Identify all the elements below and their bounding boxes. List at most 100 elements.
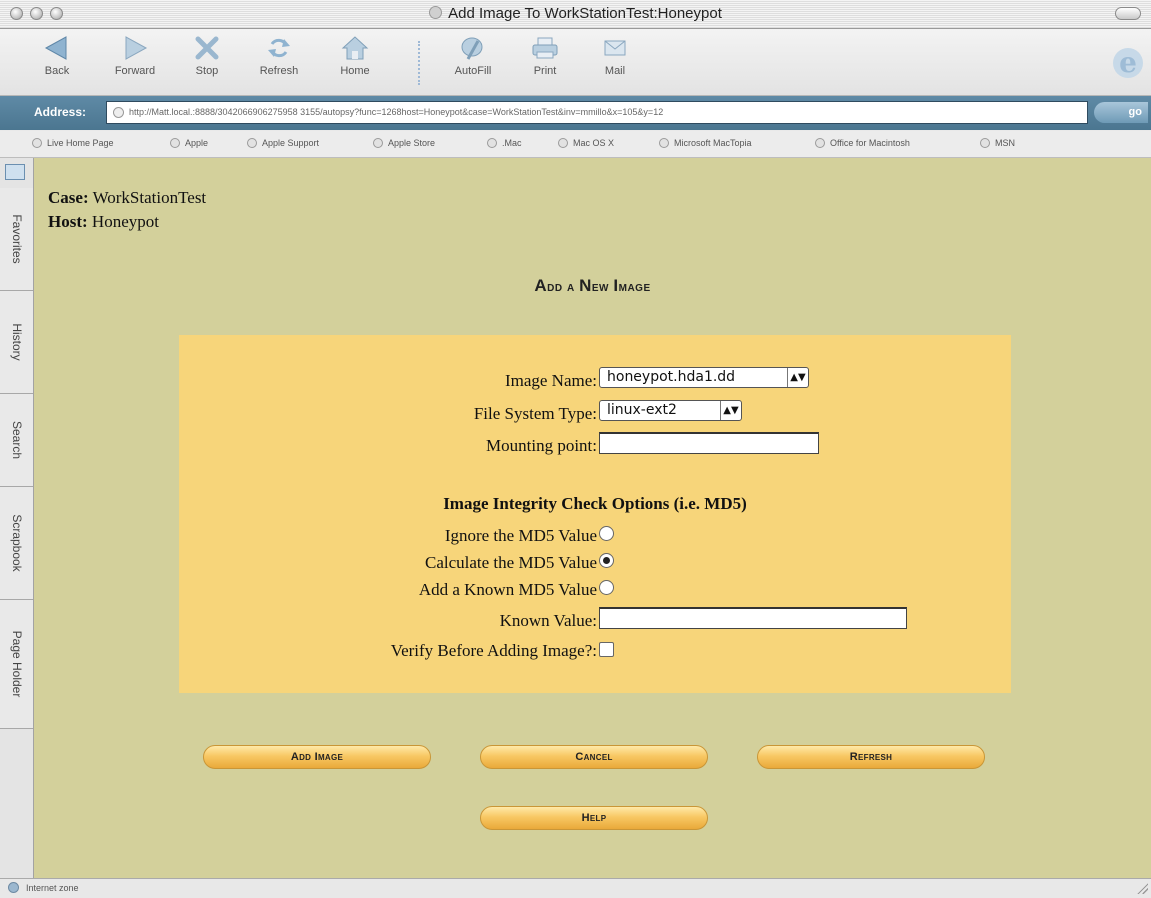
favorite-page-icon bbox=[980, 138, 990, 148]
tab-page-holder[interactable]: Page Holder bbox=[0, 600, 33, 729]
home-icon bbox=[341, 36, 369, 60]
forward-button[interactable]: Forward bbox=[100, 35, 170, 77]
help-button[interactable]: Help bbox=[480, 806, 708, 830]
favorite-mac-os-x[interactable]: Mac OS X bbox=[558, 138, 614, 148]
mount-point-input[interactable] bbox=[599, 432, 819, 454]
ignore-md5-label: Ignore the MD5 Value bbox=[444, 526, 597, 545]
select-arrows-icon: ▲▼ bbox=[787, 368, 808, 387]
print-button[interactable]: Print bbox=[510, 35, 580, 77]
favorite-apple-support[interactable]: Apple Support bbox=[247, 138, 319, 148]
fs-type-label: File System Type: bbox=[473, 404, 597, 423]
page-title: Add a New Image bbox=[534, 276, 651, 295]
favorite-page-icon bbox=[32, 138, 42, 148]
favorite-msn[interactable]: MSN bbox=[980, 138, 1015, 148]
back-label: Back bbox=[44, 65, 70, 77]
known-md5-radio[interactable] bbox=[599, 580, 614, 595]
favorite-page-icon bbox=[170, 138, 180, 148]
refresh-button[interactable]: Refresh bbox=[244, 35, 314, 77]
favorite-microsoft-mactopia[interactable]: Microsoft MacTopia bbox=[659, 138, 752, 148]
browser-window: Add Image To WorkStationTest:Honeypot Ba… bbox=[0, 0, 1151, 898]
favorite-live-home-page[interactable]: Live Home Page bbox=[32, 138, 114, 148]
refresh-page-button[interactable]: Refresh bbox=[757, 745, 985, 769]
ignore-md5-radio[interactable] bbox=[599, 526, 614, 541]
refresh-label: Refresh bbox=[259, 65, 299, 77]
known-value-label: Known Value: bbox=[499, 611, 597, 630]
home-button[interactable]: Home bbox=[320, 35, 390, 77]
favorite-apple[interactable]: Apple bbox=[170, 138, 208, 148]
back-button[interactable]: Back bbox=[22, 35, 92, 77]
stop-x-icon bbox=[195, 36, 219, 60]
resize-grip-icon[interactable] bbox=[1136, 882, 1148, 894]
calculate-md5-radio[interactable] bbox=[599, 553, 614, 568]
select-arrows-icon: ▲▼ bbox=[720, 401, 741, 420]
address-url-text: http://Matt.local.:8888/3042066906275958… bbox=[129, 107, 664, 117]
toolbar: Back Forward Stop Refresh Home AutoFill … bbox=[0, 29, 1151, 96]
back-arrow-icon bbox=[44, 36, 67, 60]
verify-label: Verify Before Adding Image?: bbox=[390, 641, 597, 660]
internet-explorer-logo-icon: e bbox=[1113, 46, 1143, 79]
tab-favorites[interactable]: Favorites bbox=[0, 188, 33, 291]
tab-scrapbook[interactable]: Scrapbook bbox=[0, 487, 33, 600]
address-input[interactable]: http://Matt.local.:8888/3042066906275958… bbox=[106, 101, 1088, 124]
favorite-page-icon bbox=[815, 138, 825, 148]
known-value-row: Known Value: bbox=[179, 607, 1011, 633]
cancel-button[interactable]: Cancel bbox=[480, 745, 708, 769]
address-label: Address: bbox=[34, 105, 87, 119]
internet-zone-globe-icon bbox=[8, 882, 19, 893]
image-name-row: Image Name: honeypot.hda1.dd ▲▼ bbox=[179, 367, 1011, 393]
known-md5-row: Add a Known MD5 Value bbox=[179, 576, 1011, 602]
page-content: Case: WorkStationTest Host: Honeypot Add… bbox=[34, 158, 1151, 878]
mail-label: Mail bbox=[604, 65, 626, 77]
mount-point-label: Mounting point: bbox=[486, 436, 597, 455]
fs-type-select[interactable]: linux-ext2 ▲▼ bbox=[599, 400, 742, 421]
title-bar[interactable]: Add Image To WorkStationTest:Honeypot bbox=[0, 0, 1151, 29]
forward-arrow-icon bbox=[125, 36, 148, 60]
status-bar: Internet zone bbox=[0, 878, 1151, 898]
status-zone-text: Internet zone bbox=[26, 883, 79, 893]
favorite-page-icon bbox=[659, 138, 669, 148]
mount-point-row: Mounting point: bbox=[179, 432, 1011, 458]
favorite-page-icon bbox=[487, 138, 497, 148]
favorite-page-icon bbox=[373, 138, 383, 148]
home-label: Home bbox=[340, 65, 370, 77]
image-name-label: Image Name: bbox=[504, 371, 597, 390]
print-label: Print bbox=[533, 65, 557, 77]
case-value: WorkStationTest bbox=[92, 188, 207, 207]
calculate-md5-row: Calculate the MD5 Value bbox=[179, 549, 1011, 575]
refresh-icon bbox=[268, 38, 290, 58]
autofill-button[interactable]: AutoFill bbox=[438, 35, 508, 77]
autofill-pencil-icon bbox=[461, 37, 483, 60]
ignore-md5-row: Ignore the MD5 Value bbox=[179, 522, 1011, 548]
known-value-input[interactable] bbox=[599, 607, 907, 629]
mail-envelope-icon bbox=[604, 40, 626, 56]
verify-row: Verify Before Adding Image?: bbox=[179, 637, 1011, 663]
autofill-label: AutoFill bbox=[454, 65, 492, 77]
stop-label: Stop bbox=[195, 65, 219, 77]
host-value: Honeypot bbox=[91, 212, 159, 231]
svg-text:e: e bbox=[1119, 46, 1137, 79]
favorite-apple-store[interactable]: Apple Store bbox=[373, 138, 435, 148]
document-icon bbox=[429, 6, 443, 19]
tab-history[interactable]: History bbox=[0, 291, 33, 394]
favorite-page-icon bbox=[247, 138, 257, 148]
tab-search[interactable]: Search bbox=[0, 394, 33, 487]
explorer-bar-toggle-icon[interactable] bbox=[5, 164, 25, 180]
favorite-office-for-macintosh[interactable]: Office for Macintosh bbox=[815, 138, 910, 148]
host-line: Host: Honeypot bbox=[48, 212, 159, 231]
stop-button[interactable]: Stop bbox=[172, 35, 242, 77]
add-image-form-panel: Image Name: honeypot.hda1.dd ▲▼ File Sys… bbox=[179, 335, 1011, 693]
mail-button[interactable]: Mail bbox=[580, 35, 650, 77]
go-button[interactable]: go bbox=[1094, 102, 1148, 123]
add-image-button[interactable]: Add Image bbox=[203, 745, 431, 769]
window-title: Add Image To WorkStationTest:Honeypot bbox=[0, 5, 1151, 22]
known-md5-label: Add a Known MD5 Value bbox=[418, 580, 597, 599]
favorites-bar: Live Home Page Apple Apple Support Apple… bbox=[0, 131, 1151, 158]
page-globe-icon bbox=[113, 107, 124, 118]
image-name-select[interactable]: honeypot.hda1.dd ▲▼ bbox=[599, 367, 809, 388]
verify-checkbox[interactable] bbox=[599, 642, 614, 657]
toolbar-toggle-button[interactable] bbox=[1115, 7, 1141, 20]
integrity-heading: Image Integrity Check Options (i.e. MD5) bbox=[443, 494, 747, 513]
favorite-dotmac[interactable]: .Mac bbox=[487, 138, 522, 148]
favorite-page-icon bbox=[558, 138, 568, 148]
case-line: Case: WorkStationTest bbox=[48, 188, 207, 207]
